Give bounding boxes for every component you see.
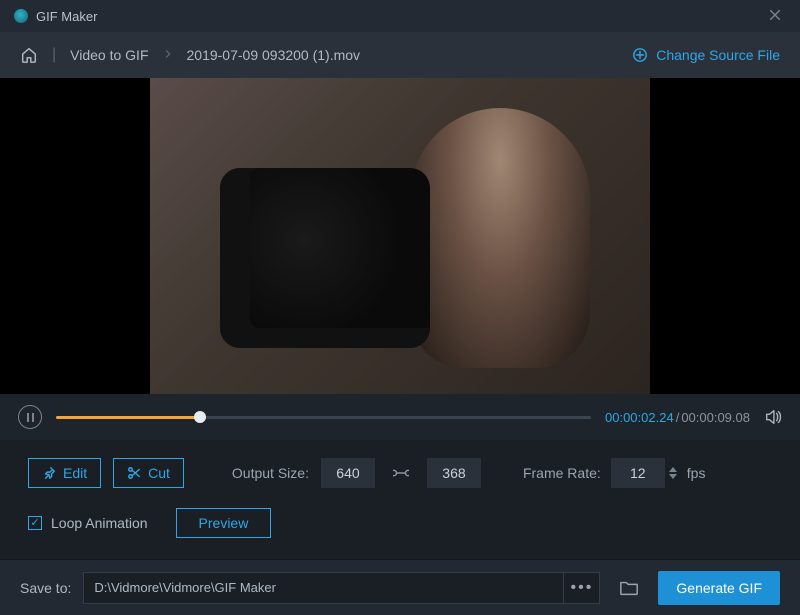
save-path-input[interactable]: D:\Vidmore\Vidmore\GIF Maker <box>83 572 564 604</box>
cut-label: Cut <box>148 465 170 481</box>
playback-bar: 00:00:02.24 / 00:00:09.08 <box>0 394 800 440</box>
frame-rate-down[interactable] <box>669 474 677 479</box>
breadcrumb-item-root[interactable]: Video to GIF <box>70 47 148 63</box>
pause-button[interactable] <box>18 405 42 429</box>
output-width-input[interactable]: 640 <box>321 458 375 488</box>
generate-gif-label: Generate GIF <box>676 580 762 596</box>
pause-icon <box>27 413 34 422</box>
settings-row-1: Edit Cut Output Size: 640 368 Frame Rate… <box>28 458 772 488</box>
edit-button[interactable]: Edit <box>28 458 101 488</box>
change-source-label: Change Source File <box>656 47 780 63</box>
frame-rate-spinner <box>669 467 677 479</box>
time-total: 00:00:09.08 <box>681 410 750 425</box>
progress-fill <box>56 416 200 419</box>
volume-icon <box>764 408 782 426</box>
frame-rate-units: fps <box>687 465 706 481</box>
breadcrumb-bar: | Video to GIF 2019-07-09 093200 (1).mov… <box>0 32 800 78</box>
output-size-label: Output Size: <box>232 465 309 481</box>
app-logo-icon <box>14 9 28 23</box>
progress-track[interactable] <box>56 416 591 419</box>
progress-thumb[interactable] <box>194 411 206 423</box>
frame-rate-label: Frame Rate: <box>523 465 601 481</box>
breadcrumb-item-file: 2019-07-09 093200 (1).mov <box>187 47 361 63</box>
video-frame[interactable] <box>150 78 650 394</box>
loop-animation-checkbox[interactable]: ✓ Loop Animation <box>28 515 148 531</box>
edit-label: Edit <box>63 465 87 481</box>
change-source-button[interactable]: Change Source File <box>632 47 780 63</box>
preview-button[interactable]: Preview <box>176 508 272 538</box>
video-preview-area <box>0 78 800 394</box>
browse-path-button[interactable]: ••• <box>564 572 600 604</box>
scissors-icon <box>127 466 141 480</box>
home-icon <box>20 46 38 64</box>
settings-row-2: ✓ Loop Animation Preview <box>28 508 772 538</box>
settings-panel: Edit Cut Output Size: 640 368 Frame Rate… <box>0 440 800 550</box>
chevron-right-icon <box>163 46 173 64</box>
frame-rate-up[interactable] <box>669 467 677 472</box>
bottom-bar: Save to: D:\Vidmore\Vidmore\GIF Maker ••… <box>0 559 800 615</box>
volume-button[interactable] <box>764 408 782 426</box>
time-separator: / <box>676 410 680 425</box>
breadcrumb: | Video to GIF 2019-07-09 093200 (1).mov <box>20 46 360 64</box>
open-folder-button[interactable] <box>612 572 646 604</box>
link-aspect-button[interactable] <box>393 465 409 481</box>
close-button[interactable] <box>764 2 786 31</box>
pin-icon <box>42 466 56 480</box>
preview-label: Preview <box>199 515 249 531</box>
close-icon <box>768 8 782 22</box>
breadcrumb-divider: | <box>52 46 56 64</box>
time-display: 00:00:02.24 / 00:00:09.08 <box>605 410 750 425</box>
folder-icon <box>619 579 639 597</box>
titlebar: GIF Maker <box>0 0 800 32</box>
frame-rate-input[interactable]: 12 <box>611 458 665 488</box>
generate-gif-button[interactable]: Generate GIF <box>658 571 780 605</box>
home-button[interactable] <box>20 46 38 64</box>
cut-button[interactable]: Cut <box>113 458 184 488</box>
link-icon <box>393 465 409 481</box>
output-height-input[interactable]: 368 <box>427 458 481 488</box>
checkbox-icon: ✓ <box>28 516 42 530</box>
more-icon: ••• <box>571 579 594 597</box>
plus-circle-icon <box>632 47 648 63</box>
app-title: GIF Maker <box>36 9 97 24</box>
save-path-text: D:\Vidmore\Vidmore\GIF Maker <box>94 580 276 595</box>
loop-animation-label: Loop Animation <box>51 515 148 531</box>
titlebar-left: GIF Maker <box>14 9 97 24</box>
time-current: 00:00:02.24 <box>605 410 674 425</box>
frame-rate-group: Frame Rate: 12 fps <box>523 458 706 488</box>
save-to-label: Save to: <box>20 580 71 596</box>
